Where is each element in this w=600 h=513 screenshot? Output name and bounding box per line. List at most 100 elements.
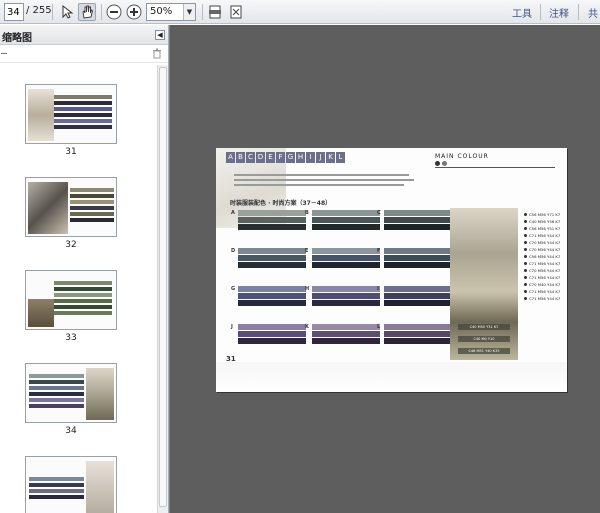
swatch-bar — [312, 293, 380, 299]
swatch-letter: F — [377, 248, 381, 254]
thumbnail-page-34[interactable] — [25, 363, 117, 423]
page-letter-c: C — [246, 152, 255, 163]
tools-menu[interactable]: 工具 — [512, 5, 532, 20]
color-list-item: C70 M40 Y44 K7 — [524, 281, 564, 288]
hand-tool-icon[interactable] — [78, 3, 96, 21]
color-list-item: C70 M56 Y44 K7 — [524, 267, 564, 274]
swatch-bar — [384, 286, 452, 292]
thumbnail-label: 31 — [65, 147, 77, 157]
swatch-bar — [312, 262, 380, 268]
thumbnail-panel-tools — [0, 45, 168, 63]
swatch-letter: H — [305, 286, 310, 292]
document-viewer[interactable]: ABCDEFGHIJKL MAIN COLOUR 时装服装配色 · 时尚方案（3… — [170, 25, 600, 513]
thumbnail-photo — [28, 182, 68, 234]
swatch-bar — [384, 331, 452, 337]
swatch-bar — [312, 324, 380, 330]
bullet-icon — [524, 248, 527, 251]
page-letter-a: A — [226, 152, 235, 163]
color-list-item: C70 M56 Y44 K7 — [524, 239, 564, 246]
thumbnail-page-35[interactable] — [25, 456, 117, 513]
page-number-input[interactable] — [4, 3, 24, 21]
page-side-label — [440, 212, 446, 272]
page-body-text — [234, 174, 414, 189]
page-letter-strip: ABCDEFGHIJKL — [226, 152, 356, 164]
page-letter-b: B — [236, 152, 245, 163]
swatch-bar — [312, 217, 380, 223]
options-icon[interactable] — [1, 53, 7, 54]
page-photo: C40 M50 Y31 K7 C40 M0 Y10 C46 M51 Y40 K3… — [450, 208, 518, 360]
color-list-item: C71 M56 Y44 K7 — [524, 288, 564, 295]
swatch-bar — [238, 338, 306, 344]
swatch-bar — [312, 338, 380, 344]
swatch-letter: L — [377, 324, 381, 330]
zoom-select[interactable]: 50% ▼ — [146, 3, 196, 21]
page-title-dots — [435, 161, 447, 166]
bullet-icon — [524, 276, 527, 279]
swatch-bar — [384, 324, 452, 330]
share-menu[interactable]: 共 — [588, 5, 598, 20]
thumbnail-swatches — [54, 95, 112, 131]
fit-page-icon[interactable] — [227, 3, 245, 21]
page-section-heading: 时装服装配色 · 时尚方案（37－48） — [230, 200, 332, 207]
select-tool-arrow-icon[interactable] — [58, 3, 76, 21]
photo-color-label: C40 M0 Y10 — [458, 336, 510, 342]
thumbnail-page-31[interactable] — [25, 84, 117, 144]
bullet-icon — [524, 290, 527, 293]
swatch-bar — [312, 331, 380, 337]
page-letter-i: I — [306, 152, 315, 163]
bullet-icon — [524, 234, 527, 237]
swatch-group-d: D — [231, 248, 306, 290]
bullet-icon — [524, 255, 527, 258]
comment-menu[interactable]: 注释 — [549, 5, 569, 20]
thumbnail-swatches — [29, 477, 84, 501]
page-title-rule — [435, 167, 555, 168]
swatch-group-b: B — [305, 210, 380, 252]
thumbnail-photo — [28, 299, 54, 327]
collapse-panel-icon[interactable]: ◀ — [155, 30, 165, 40]
page-letter-h: H — [296, 152, 305, 163]
photo-color-label: C46 M51 Y40 K33 — [458, 348, 510, 354]
swatch-bar — [238, 248, 306, 254]
thumbnail-scrollbar[interactable] — [157, 65, 168, 513]
bullet-icon — [524, 283, 527, 286]
swatch-group-a: A — [231, 210, 306, 252]
fit-width-icon[interactable] — [206, 3, 224, 21]
swatch-letter: C — [377, 210, 381, 216]
page-letter-e: E — [266, 152, 275, 163]
swatch-bar — [384, 338, 452, 344]
swatch-letter: A — [231, 210, 235, 216]
zoom-out-icon[interactable] — [105, 3, 123, 21]
swatch-letter: J — [231, 324, 233, 330]
swatch-bar — [384, 293, 452, 299]
color-list-item: C40 M56 Y56 K7 — [524, 218, 564, 225]
color-list-item: C71 M56 Y44 K7 — [524, 295, 564, 302]
swatch-bar — [312, 210, 380, 216]
page-color-list: C56 M56 Y71 K7 C40 M56 Y56 K7 C56 M56 Y51 … — [524, 211, 564, 302]
swatch-bar — [238, 324, 306, 330]
page-letter-k: K — [326, 152, 335, 163]
zoom-in-icon[interactable] — [125, 3, 143, 21]
thumbnail-page-32[interactable] — [25, 177, 117, 237]
scrollbar-thumb[interactable] — [159, 67, 167, 507]
swatch-group-h: H — [305, 286, 380, 328]
trash-icon[interactable] — [152, 48, 162, 62]
color-list-item: C56 M56 Y51 K7 — [524, 225, 564, 232]
bullet-icon — [524, 213, 527, 216]
page-letter-d: D — [256, 152, 265, 163]
swatch-bar — [238, 224, 306, 230]
toolbar-separator — [540, 4, 541, 20]
thumbnail-label: 33 — [65, 333, 77, 343]
swatch-letter: K — [305, 324, 309, 330]
swatch-group-j: J — [231, 324, 306, 366]
swatch-bar — [238, 262, 306, 268]
thumbnail-label: 34 — [65, 426, 77, 436]
chevron-down-icon[interactable]: ▼ — [183, 4, 195, 20]
swatch-bar — [238, 286, 306, 292]
toolbar-separator — [578, 4, 579, 20]
swatch-group-k: K — [305, 324, 380, 366]
thumbnail-photo — [86, 461, 114, 513]
color-list-item: C71 M56 Y44 K7 — [524, 232, 564, 239]
page-letter-g: G — [286, 152, 295, 163]
thumbnail-page-33[interactable] — [25, 270, 117, 330]
swatch-letter: I — [377, 286, 379, 292]
